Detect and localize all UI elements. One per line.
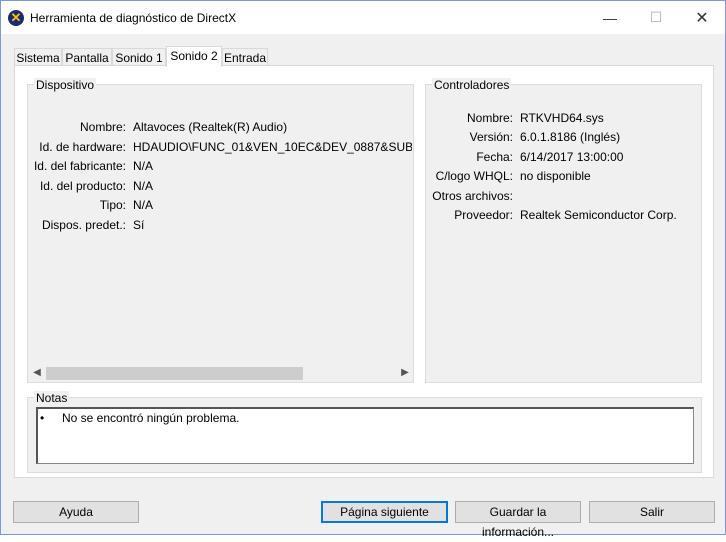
field-label: Id. del fabricante: [33,159,126,173]
field-label: Versión: [469,130,513,144]
dispositivo-group: Dispositivo Nombre: Altavoces (Realtek(R… [27,78,414,383]
tab-sonido-2[interactable]: Sonido 2 [166,46,222,67]
field-label: Id. del producto: [39,179,126,193]
field-label: Tipo: [99,198,126,212]
note-item: No se encontró ningún problema. [62,411,240,425]
field-label: Proveedor: [454,208,513,222]
dxdiag-window: ✕ Herramienta de diagnóstico de DirectX … [0,0,726,539]
tab-sistema[interactable]: Sistema [14,48,62,66]
field-value: HDAUDIO\FUNC_01&VEN_10EC&DEV_0887&SUBSYS… [133,140,412,154]
next-page-button[interactable]: Página siguiente [321,501,448,523]
field-label: Otros archivos: [432,189,513,203]
scroll-thumb[interactable] [46,367,303,380]
controladores-title: Controladores [432,78,512,92]
field-value: 6/14/2017 13:00:00 [520,150,624,164]
field-value: Sí [133,218,145,232]
horizontal-scrollbar[interactable]: ◀ ▶ [29,365,413,381]
scroll-left-icon[interactable]: ◀ [29,365,45,381]
field-value: RTKVHD64.sys [520,111,604,125]
maximize-button[interactable]: ☐ [633,1,679,34]
field-label: Fecha: [476,150,513,164]
field-value: N/A [133,179,154,193]
directx-icon: ✕ [8,10,24,26]
field-value: Altavoces (Realtek(R) Audio) [133,120,288,134]
help-button[interactable]: Ayuda [13,501,139,523]
field-label: C/logo WHQL: [435,169,513,183]
minimize-button[interactable]: — [587,1,633,34]
field-label: Dispos. predet.: [41,218,126,232]
close-button[interactable]: ✕ [679,1,725,34]
title-bar: ✕ Herramienta de diagnóstico de DirectX … [1,1,725,34]
field-value: no disponible [520,169,591,183]
tab-sonido-1[interactable]: Sonido 1 [112,48,166,66]
bullet-icon: • [40,411,45,425]
notas-title: Notas [34,391,70,405]
controladores-group: Controladores Nombre: RTKVHD64.sys Versi… [425,78,702,383]
tab-entrada[interactable]: Entrada [222,48,268,66]
field-label: Nombre: [79,120,126,134]
notas-box[interactable]: • No se encontró ningún problema. [36,407,694,464]
dispositivo-scroll-area: Nombre: Altavoces (Realtek(R) Audio) Id.… [29,86,412,365]
tab-pantalla[interactable]: Pantalla [62,48,112,66]
field-value: Realtek Semiconductor Corp. [520,208,677,222]
field-label: Nombre: [466,111,513,125]
scroll-right-icon[interactable]: ▶ [397,365,413,381]
field-value: 6.0.1.8186 (Inglés) [520,130,621,144]
field-label: Id. de hardware: [39,140,126,154]
field-value: N/A [133,198,154,212]
window-title: Herramienta de diagnóstico de DirectX [30,11,237,25]
save-info-button[interactable]: Guardar la información... [455,501,581,539]
exit-button[interactable]: Salir [589,501,715,523]
field-value: N/A [133,159,154,173]
